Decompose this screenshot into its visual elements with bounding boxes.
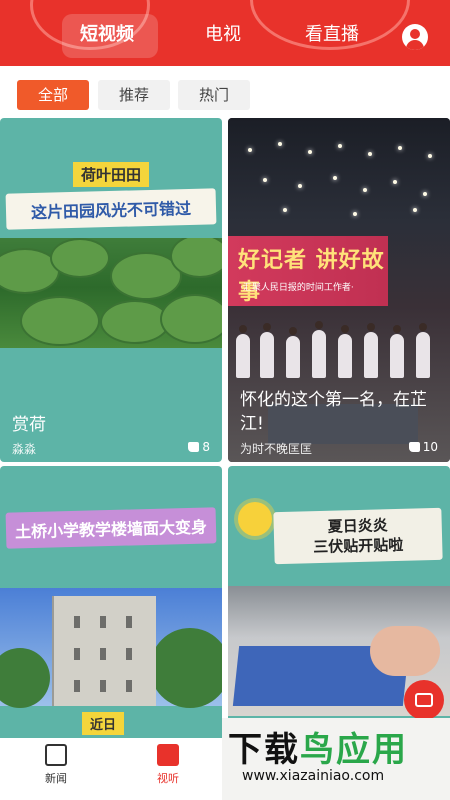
banner-line-1: 夏日炎炎 <box>327 516 388 536</box>
card-title: 怀化的这个第一名，在芷江! <box>240 390 427 434</box>
tab-tv[interactable]: 电视 <box>205 20 241 46</box>
screen-subtext: ·汇聚人民日报的时间工作者· <box>240 283 354 293</box>
stage-people <box>236 318 446 378</box>
video-card-stage[interactable]: 好记者 讲好故事 ·汇聚人民日报的时间工作者· 怀化的这个第一名，在芷江! 为时… <box>228 118 450 462</box>
tab-short-video[interactable]: 短视频 <box>80 20 134 46</box>
nav-audio-video-label: 视听 <box>157 772 179 785</box>
banner-text: 土桥小学教学楼墙面大变身 <box>5 507 217 549</box>
nav-audio-video[interactable]: 视听 <box>128 744 208 786</box>
video-card-lotus[interactable]: 荷叶田田 这片田园风光不可错过 赏荷 淼淼 8 <box>0 118 222 462</box>
card-banner: 荷叶田田 这片田园风光不可错过 <box>0 162 222 230</box>
audio-video-icon <box>157 744 179 766</box>
thumbs-up-icon <box>408 442 420 452</box>
like-count: 8 <box>188 440 210 454</box>
card-banner: 土桥小学教学楼墙面大变身 <box>0 506 222 549</box>
watermark-logo: 下载鸟应用 <box>228 730 408 770</box>
card-title: 赏荷 <box>12 415 46 435</box>
banner-text: 夏日炎炎 三伏贴开贴啦 <box>273 507 443 565</box>
nav-news[interactable]: 新闻 <box>16 744 96 786</box>
bottom-nav: 新闻 视听 <box>0 738 222 800</box>
stage-screen: 好记者 讲好故事 ·汇聚人民日报的时间工作者· <box>228 236 388 306</box>
top-header: 短视频 电视 看直播 <box>0 0 450 66</box>
filter-hot[interactable]: 热门 <box>178 80 250 110</box>
tab-live[interactable]: 看直播 <box>305 20 359 46</box>
banner-tag: 荷叶田田 <box>72 162 149 187</box>
screen-headline: 好记者 讲好故事 <box>238 248 385 305</box>
filter-all[interactable]: 全部 <box>17 80 89 110</box>
lotus-image <box>0 238 222 348</box>
sun-icon <box>238 502 272 536</box>
news-icon <box>45 744 67 766</box>
like-count: 10 <box>408 440 438 454</box>
watermark: 下载鸟应用 www.xiazainiao.com <box>222 718 450 800</box>
card-source: 淼淼 <box>12 442 37 456</box>
video-icon[interactable] <box>404 680 444 720</box>
caption-tag: 近日 <box>82 712 125 735</box>
nav-news-label: 新闻 <box>45 772 67 785</box>
school-building <box>52 596 156 706</box>
banner-text: 这片田园风光不可错过 <box>5 188 217 230</box>
filter-recommended[interactable]: 推荐 <box>98 80 170 110</box>
thumbs-up-icon <box>188 442 200 452</box>
watermark-url: www.xiazainiao.com <box>242 768 385 784</box>
card-banner: 夏日炎炎 三伏贴开贴啦 <box>268 506 448 565</box>
user-icon[interactable] <box>402 24 428 50</box>
banner-line-2: 三伏贴开贴啦 <box>313 535 404 557</box>
card-source: 为时不晚匡匡 <box>240 442 313 456</box>
filter-bar: 全部 推荐 热门 <box>0 66 450 116</box>
